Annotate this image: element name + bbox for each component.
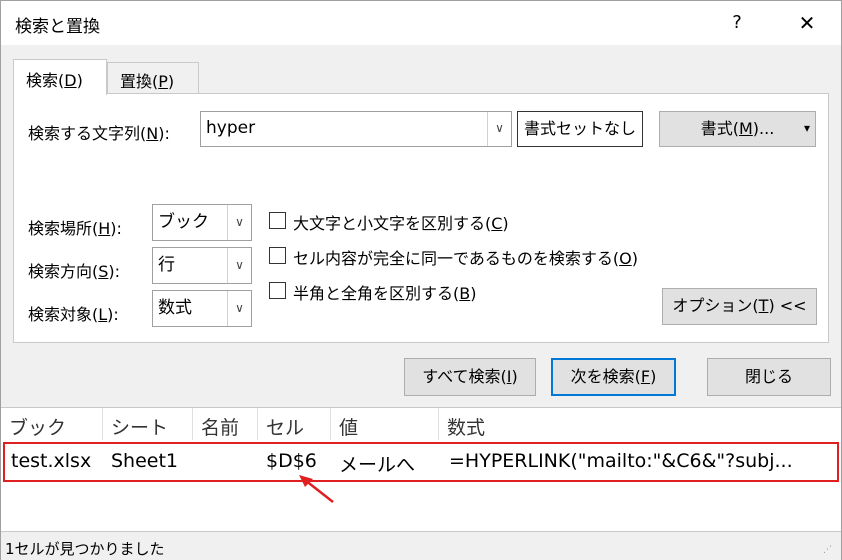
chevron-down-icon[interactable]: ∨ bbox=[227, 248, 251, 283]
entire-cell-checkbox[interactable] bbox=[269, 247, 286, 264]
close-window-button[interactable]: ✕ bbox=[787, 5, 827, 41]
results-list: ブック シート 名前 セル 値 数式 test.xlsx Sheet1 $D$6… bbox=[1, 407, 841, 531]
search-direction-select[interactable]: 行 ∨ bbox=[152, 247, 252, 284]
chevron-down-icon[interactable]: ∨ bbox=[487, 112, 511, 146]
within-select[interactable]: ブック ∨ bbox=[152, 204, 252, 241]
chevron-down-icon[interactable]: ∨ bbox=[227, 205, 251, 240]
find-all-button[interactable]: すべて検索(I) bbox=[404, 358, 536, 396]
search-direction-label: 検索方向(S): bbox=[28, 262, 121, 281]
find-what-combobox[interactable]: hyper ∨ bbox=[200, 111, 512, 147]
tab-find[interactable]: 検索(D) bbox=[13, 59, 107, 95]
chevron-down-icon[interactable]: ∨ bbox=[227, 291, 251, 326]
column-header-name[interactable]: 名前 bbox=[193, 408, 258, 440]
entire-cell-label[interactable]: セル内容が完全に同一であるものを検索する(O) bbox=[293, 245, 638, 269]
find-what-label: 検索する文字列(N): bbox=[28, 124, 170, 143]
result-cell: $D$6 bbox=[266, 450, 317, 472]
result-formula: =HYPERLINK("mailto:"&C6&"?subj... bbox=[449, 450, 793, 472]
look-in-select[interactable]: 数式 ∨ bbox=[152, 290, 252, 327]
close-button[interactable]: 閉じる bbox=[707, 358, 831, 396]
window-title: 検索と置換 bbox=[15, 17, 100, 37]
result-value: メールへ bbox=[339, 454, 416, 476]
column-header-book[interactable]: ブック bbox=[1, 408, 103, 440]
find-next-button[interactable]: 次を検索(F) bbox=[551, 358, 676, 396]
find-replace-dialog: 検索と置換 ? ✕ 検索(D) 置換(P) 検索する文字列(N): hyper … bbox=[0, 0, 842, 560]
match-byte-label[interactable]: 半角と全角を区別する(B) bbox=[293, 280, 476, 304]
resize-grip-icon[interactable]: ⋰ bbox=[823, 545, 835, 557]
column-header-cell[interactable]: セル bbox=[258, 408, 331, 440]
result-book: test.xlsx bbox=[11, 450, 92, 472]
column-header-value[interactable]: 値 bbox=[331, 408, 439, 440]
match-case-label[interactable]: 大文字と小文字を区別する(C) bbox=[293, 210, 509, 234]
match-byte-checkbox[interactable] bbox=[269, 282, 286, 299]
find-tab-panel: 検索する文字列(N): hyper ∨ 書式セットなし 書式(M)... ▾ 検… bbox=[13, 93, 829, 343]
dropdown-arrow-icon: ▾ bbox=[803, 121, 810, 135]
status-text: 1セルが見つかりました bbox=[5, 540, 165, 558]
red-arrow-annotation bbox=[299, 475, 334, 503]
column-header-sheet[interactable]: シート bbox=[103, 408, 193, 440]
within-label: 検索場所(H): bbox=[28, 219, 122, 238]
status-bar: 1セルが見つかりました ⋰ bbox=[1, 531, 841, 560]
result-sheet: Sheet1 bbox=[111, 450, 179, 472]
options-button[interactable]: オプション(T) << bbox=[662, 288, 817, 325]
look-in-label: 検索対象(L): bbox=[28, 305, 119, 324]
column-header-formula[interactable]: 数式 bbox=[439, 408, 841, 440]
find-what-value: hyper bbox=[206, 118, 256, 138]
help-button[interactable]: ? bbox=[717, 5, 757, 41]
match-case-checkbox[interactable] bbox=[269, 212, 286, 229]
no-format-set-button[interactable]: 書式セットなし bbox=[517, 111, 643, 147]
format-button[interactable]: 書式(M)... ▾ bbox=[659, 111, 816, 147]
tab-replace[interactable]: 置換(P) bbox=[107, 62, 199, 94]
title-bar: 検索と置換 ? ✕ bbox=[1, 1, 841, 45]
